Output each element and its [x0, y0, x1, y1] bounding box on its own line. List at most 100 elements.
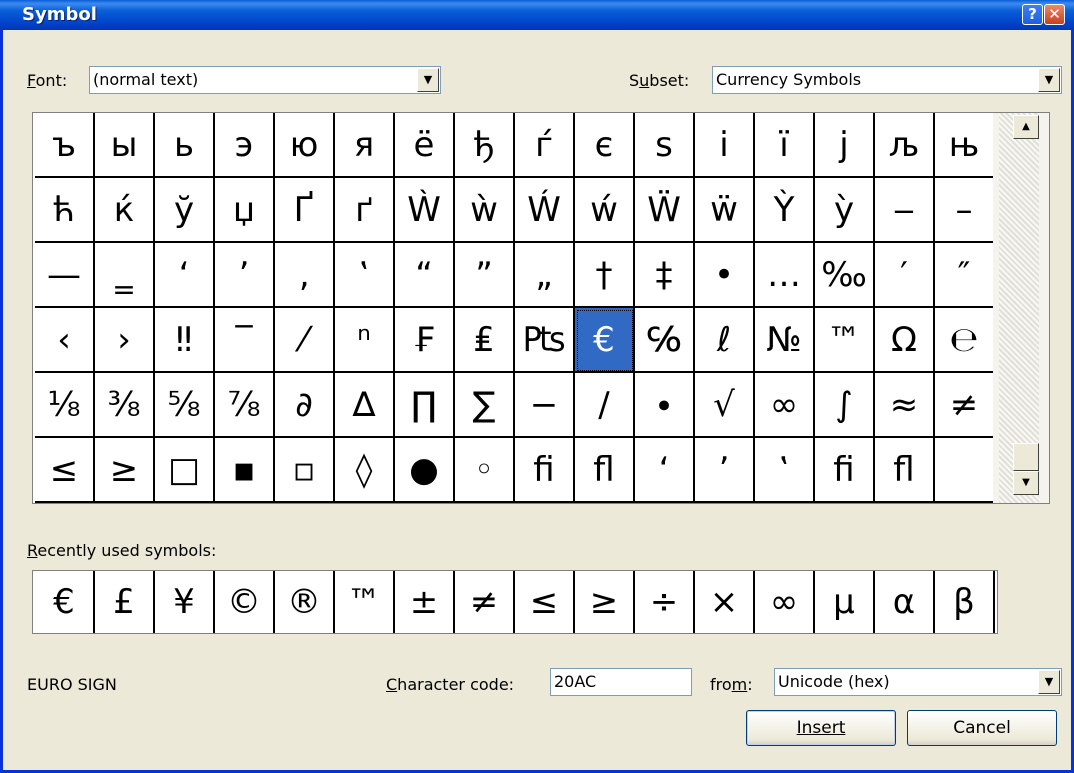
- recent-symbol-cell[interactable]: ≠: [455, 571, 515, 633]
- symbol-cell[interactable]: ќ: [95, 178, 155, 243]
- symbol-cell[interactable]: ẁ: [455, 178, 515, 243]
- symbol-cell[interactable]: □: [155, 438, 215, 503]
- symbol-cell[interactable]: ⁿ: [335, 308, 395, 373]
- recent-symbol-cell[interactable]: ≥: [575, 571, 635, 633]
- insert-button[interactable]: Insert: [746, 710, 896, 746]
- symbol-cell[interactable]: ‼: [155, 308, 215, 373]
- symbol-cell[interactable]: ї: [755, 113, 815, 178]
- symbol-cell[interactable]: Ẅ: [635, 178, 695, 243]
- symbol-cell[interactable]: ⅜: [95, 373, 155, 438]
- symbol-cell[interactable]: ы: [95, 113, 155, 178]
- recent-symbol-cell[interactable]: ®: [275, 571, 335, 633]
- close-button[interactable]: ✕: [1044, 4, 1065, 25]
- symbol-cell[interactable]: ≈: [875, 373, 935, 438]
- symbol-cell[interactable]: ’: [695, 438, 755, 503]
- symbol-cell[interactable]: †: [575, 243, 635, 308]
- symbol-cell[interactable]: ‘: [635, 438, 695, 503]
- symbol-cell[interactable]: њ: [935, 113, 995, 178]
- symbol-cell[interactable]: ё: [395, 113, 455, 178]
- symbol-cell[interactable]: ∕: [575, 373, 635, 438]
- symbol-cell[interactable]: ‰: [815, 243, 875, 308]
- symbol-cell[interactable]: „: [515, 243, 575, 308]
- symbol-cell[interactable]: і: [695, 113, 755, 178]
- symbol-cell[interactable]: Ẁ: [395, 178, 455, 243]
- recent-symbol-cell[interactable]: ÷: [635, 571, 695, 633]
- font-dropdown-arrow-icon[interactable]: ▼: [417, 68, 439, 92]
- symbol-cell[interactable]: ▪: [215, 438, 275, 503]
- symbol-cell[interactable]: ﬂ: [575, 438, 635, 503]
- symbol-cell[interactable]: ђ: [455, 113, 515, 178]
- symbol-cell[interactable]: ∙: [635, 373, 695, 438]
- help-button[interactable]: ?: [1022, 4, 1043, 25]
- symbol-cell[interactable]: ѕ: [635, 113, 695, 178]
- symbol-cell[interactable]: ₣: [395, 308, 455, 373]
- subset-dropdown-arrow-icon[interactable]: ▼: [1038, 68, 1060, 92]
- symbol-cell[interactable]: ₧: [515, 308, 575, 373]
- recent-symbol-cell[interactable]: α: [875, 571, 935, 633]
- symbol-cell[interactable]: ”: [455, 243, 515, 308]
- recent-symbol-cell[interactable]: ×: [695, 571, 755, 633]
- symbol-cell[interactable]: —: [35, 243, 95, 308]
- symbol-cell[interactable]: ◊: [335, 438, 395, 503]
- font-select[interactable]: (normal text) ▼: [89, 66, 441, 94]
- symbol-cell[interactable]: ẃ: [575, 178, 635, 243]
- symbol-cell[interactable]: ⅛: [35, 373, 95, 438]
- symbol-cell[interactable]: ≠: [935, 373, 995, 438]
- recent-symbol-cell[interactable]: €: [35, 571, 95, 633]
- symbol-cell[interactable]: ●: [395, 438, 455, 503]
- symbol-cell[interactable]: ∆: [335, 373, 395, 438]
- symbol-cell[interactable]: ‡: [635, 243, 695, 308]
- symbol-cell[interactable]: ‛: [335, 243, 395, 308]
- symbol-cell[interactable]: ѓ: [515, 113, 575, 178]
- symbol-cell[interactable]: ⁄: [275, 308, 335, 373]
- symbol-cell[interactable]: ℓ: [695, 308, 755, 373]
- char-code-input[interactable]: 20AC: [550, 668, 692, 696]
- symbol-cell[interactable]: “: [395, 243, 455, 308]
- recent-symbol-cell[interactable]: μ: [815, 571, 875, 633]
- title-bar[interactable]: Symbol ? ✕: [0, 0, 1074, 30]
- symbol-cell[interactable]: ℅: [635, 308, 695, 373]
- symbol-cell[interactable]: љ: [875, 113, 935, 178]
- symbol-cell[interactable]: Ẃ: [515, 178, 575, 243]
- recent-symbol-cell[interactable]: ±: [395, 571, 455, 633]
- symbol-cell[interactable]: є: [575, 113, 635, 178]
- recent-symbol-cell[interactable]: ≤: [515, 571, 575, 633]
- symbol-cell[interactable]: –: [935, 178, 995, 243]
- symbol-cell[interactable]: −: [515, 373, 575, 438]
- symbol-cell[interactable]: №: [755, 308, 815, 373]
- subset-select[interactable]: Currency Symbols ▼: [712, 66, 1062, 94]
- recent-symbol-cell[interactable]: ∞: [755, 571, 815, 633]
- symbol-cell[interactable]: ∏: [395, 373, 455, 438]
- scrollbar-thumb[interactable]: [1013, 443, 1039, 471]
- recent-symbol-cell[interactable]: ¥: [155, 571, 215, 633]
- symbol-cell[interactable]: €: [575, 308, 635, 373]
- symbol-cell[interactable]: ‘: [155, 243, 215, 308]
- symbol-cell[interactable]: ю: [275, 113, 335, 178]
- symbol-cell[interactable]: э: [215, 113, 275, 178]
- from-select[interactable]: Unicode (hex) ▼: [774, 668, 1062, 696]
- symbol-cell[interactable]: ⅞: [215, 373, 275, 438]
- symbol-cell[interactable]: ỳ: [815, 178, 875, 243]
- symbol-cell[interactable]: √: [695, 373, 755, 438]
- scroll-down-icon[interactable]: ▼: [1013, 471, 1039, 495]
- symbol-cell[interactable]: ≤: [35, 438, 95, 503]
- symbol-cell[interactable]: ⅝: [155, 373, 215, 438]
- symbol-cell[interactable]: ‹: [35, 308, 95, 373]
- symbol-cell[interactable]: џ: [215, 178, 275, 243]
- symbol-cell[interactable]: ™: [815, 308, 875, 373]
- symbol-cell[interactable]: ′: [875, 243, 935, 308]
- symbol-cell[interactable]: ‗: [95, 243, 155, 308]
- symbol-cell[interactable]: Ỳ: [755, 178, 815, 243]
- recent-symbol-cell[interactable]: β: [935, 571, 995, 633]
- symbol-cell[interactable]: ў: [155, 178, 215, 243]
- symbol-cell[interactable]: …: [755, 243, 815, 308]
- symbol-cell[interactable]: я: [335, 113, 395, 178]
- symbol-cell[interactable]: ј: [815, 113, 875, 178]
- symbol-cell[interactable]: ◦: [455, 438, 515, 503]
- symbol-cell[interactable]: [935, 438, 995, 503]
- cancel-button[interactable]: Cancel: [907, 710, 1057, 746]
- symbol-cell[interactable]: ъ: [35, 113, 95, 178]
- symbol-cell[interactable]: ∑: [455, 373, 515, 438]
- symbol-cell[interactable]: ∂: [275, 373, 335, 438]
- symbol-cell[interactable]: ℮: [935, 308, 995, 373]
